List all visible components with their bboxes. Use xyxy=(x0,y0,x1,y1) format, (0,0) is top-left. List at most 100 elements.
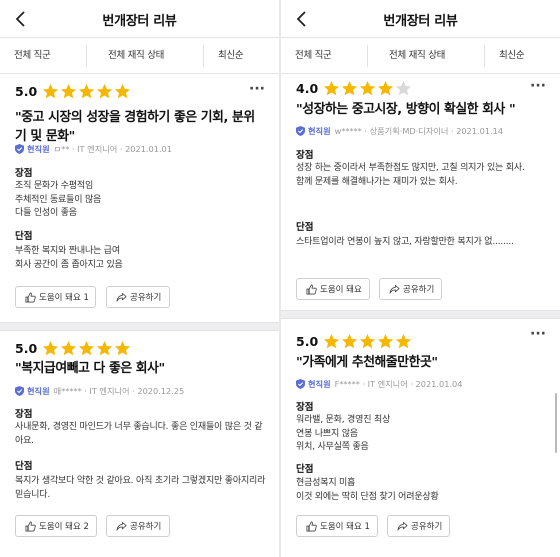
reviewer-info: F***** · IT 엔지니어 · 2021.01.04 xyxy=(334,379,463,389)
thumbs-up-icon xyxy=(306,521,317,531)
employment-status: 현직원 xyxy=(308,126,331,136)
star-filled-icon xyxy=(342,80,358,95)
helpful-button[interactable]: 도움이 돼요 1 xyxy=(15,286,96,308)
star-filled-icon xyxy=(324,333,340,348)
reviewer-meta: 현직원 ㅁ** · IT 엔지니어 · 2021.01.01 xyxy=(15,142,172,156)
review-headline: "성장하는 중고시장, 방향이 확실한 회사 " xyxy=(296,102,516,117)
pros-label: 장점 xyxy=(296,402,314,413)
star-rating xyxy=(42,83,132,100)
pros-text: 성장 하는 중이라서 부족한점도 많지만, 고칠 의지가 있는 회사. 함께 문제… xyxy=(296,163,525,187)
thumbs-up-icon xyxy=(25,521,36,531)
review-list: 5.0 ··· "중고 시장의 성장을 경험하기 좋은 기회, 분위기 및 문화… xyxy=(0,75,279,557)
rating-score: 5.0 xyxy=(15,340,38,356)
verified-shield-icon xyxy=(15,386,24,396)
share-label: 공유하기 xyxy=(130,522,162,532)
employment-status: 현직원 xyxy=(27,144,50,154)
review-card: 5.0 ··· "중고 시장의 성장을 경험하기 좋은 기회, 분위기 및 문화… xyxy=(0,75,279,322)
review-list: 4.0 ··· "성장하는 중고시장, 방향이 확실한 회사 " 현직원 w**… xyxy=(281,75,560,557)
more-options-icon[interactable]: ··· xyxy=(528,79,548,96)
rating-row: 4.0 xyxy=(296,77,413,99)
thumbs-up-icon xyxy=(306,284,317,294)
more-options-icon[interactable]: ··· xyxy=(528,327,548,344)
helpful-button[interactable]: 도움이 돼요 1 xyxy=(296,515,378,537)
helpful-button[interactable]: 도움이 돼요 2 xyxy=(15,515,97,537)
scrollbar[interactable] xyxy=(555,393,557,453)
helpful-label: 도움이 돼요 2 xyxy=(39,522,89,532)
filter-status[interactable]: 전체 재직 상태 xyxy=(389,38,445,74)
cons-text: 부족한 복지와 짠내나는 급여 회사 공간이 좀 좁아지고 있음 xyxy=(15,246,123,270)
share-arrow-icon xyxy=(116,292,127,302)
pros-text: 워라밸, 문화, 경영진 최상 연봉 나쁘지 않음 위치, 사무실쪽 좋음 xyxy=(296,415,391,452)
share-arrow-icon xyxy=(116,521,127,531)
star-filled-icon xyxy=(97,83,113,98)
star-filled-icon xyxy=(378,80,394,95)
page-title: 번개장터 리뷰 xyxy=(102,14,177,29)
pros-text: 조직 문화가 수평적임 주체적인 동료들이 많음 다들 인성이 좋음 xyxy=(15,181,102,218)
card-separator xyxy=(281,310,560,319)
cons-label: 단점 xyxy=(296,464,314,475)
app-header: 번개장터 리뷰 xyxy=(0,0,279,38)
filter-status[interactable]: 전체 재직 상태 xyxy=(108,38,164,74)
filter-job[interactable]: 전체 직군 xyxy=(295,38,332,74)
thumbs-up-icon xyxy=(25,292,36,302)
star-filled-icon xyxy=(97,340,113,355)
cons-text: 복지가 생각보다 약한 것 같아요. 아직 초기라 그렇겠지만 좋아지리라 믿습… xyxy=(15,476,266,500)
filter-divider xyxy=(484,45,485,67)
employment-status: 현직원 xyxy=(308,379,331,389)
pros-label: 장점 xyxy=(15,168,33,179)
verified-shield-icon xyxy=(15,144,24,154)
rating-row: 5.0 xyxy=(296,330,413,352)
pros-label: 장점 xyxy=(296,150,314,161)
rating-score: 5.0 xyxy=(15,83,38,99)
star-rating xyxy=(323,80,413,97)
cons-text: 현금성복지 미흡 이것 외에는 딱히 단점 찾기 어려운상황 xyxy=(296,478,439,502)
helpful-label: 도움이 돼요 xyxy=(320,285,362,295)
reviewer-meta: 현직원 F***** · IT 엔지니어 · 2021.01.04 xyxy=(296,377,462,391)
star-filled-icon xyxy=(61,340,77,355)
filter-bar: 전체 직군 전체 재직 상태 최신순 xyxy=(0,38,279,74)
pros-text: 사내문화, 경영진 마인드가 너무 좋습니다. 좋은 인재들이 많은 것 같아요… xyxy=(15,422,263,446)
filter-bar: 전체 직군 전체 재직 상태 최신순 xyxy=(281,38,560,74)
star-rating xyxy=(42,340,132,357)
star-empty-icon xyxy=(396,80,412,95)
star-filled-icon xyxy=(378,333,394,348)
share-button[interactable]: 공유하기 xyxy=(106,515,170,537)
helpful-button[interactable]: 도움이 돼요 xyxy=(296,278,370,300)
rating-score: 5.0 xyxy=(296,333,319,349)
star-filled-icon xyxy=(43,340,59,355)
rating-score: 4.0 xyxy=(296,80,319,96)
review-screen-right: 번개장터 리뷰 전체 직군 전체 재직 상태 최신순 4.0 ··· "성장하는… xyxy=(281,0,560,557)
review-screen-left: 번개장터 리뷰 전체 직군 전체 재직 상태 최신순 5.0 ··· "중고 시… xyxy=(0,0,279,557)
star-filled-icon xyxy=(79,340,95,355)
reviewer-meta: 현직원 w***** · 상품기획·MD·디자이너 · 2021.01.14 xyxy=(296,124,503,138)
helpful-label: 도움이 돼요 1 xyxy=(39,293,89,303)
review-card: 5.0 "가족에게 추천해줄만한곳" 현직원 F***** · IT 엔지니어 … xyxy=(281,320,560,557)
review-headline: "중고 시장의 성장을 경험하기 좋은 기회, 분위기 및 문화" xyxy=(15,110,255,144)
star-filled-icon xyxy=(79,83,95,98)
sort-select[interactable]: 최신순 xyxy=(499,38,525,74)
cons-label: 단점 xyxy=(15,461,33,472)
rating-row: 5.0 xyxy=(15,80,132,102)
sort-select[interactable]: 최신순 xyxy=(218,38,244,74)
star-filled-icon xyxy=(43,83,59,98)
rating-row: 5.0 xyxy=(15,337,132,359)
star-filled-icon xyxy=(115,340,131,355)
share-label: 공유하기 xyxy=(403,285,435,295)
filter-divider xyxy=(203,45,204,67)
card-separator xyxy=(0,322,279,331)
employment-status: 현직원 xyxy=(27,386,50,396)
share-button[interactable]: 공유하기 xyxy=(379,278,442,300)
cons-label: 단점 xyxy=(296,222,314,233)
reviewer-meta: 현직원 매***** · IT 엔지니어 · 2020.12.25 xyxy=(15,384,184,398)
star-filled-icon xyxy=(61,83,77,98)
review-headline: "가족에게 추천해줄만한곳" xyxy=(296,355,438,370)
review-headline: "복지급여빼고 다 좋은 회사" xyxy=(15,361,165,376)
share-button[interactable]: 공유하기 xyxy=(387,515,450,537)
filter-job[interactable]: 전체 직군 xyxy=(14,38,51,74)
share-button[interactable]: 공유하기 xyxy=(106,286,170,308)
more-options-icon[interactable]: ··· xyxy=(247,82,267,99)
review-card: 4.0 ··· "성장하는 중고시장, 방향이 확실한 회사 " 현직원 w**… xyxy=(281,75,560,308)
share-label: 공유하기 xyxy=(411,522,443,532)
reviewer-info: w***** · 상품기획·MD·디자이너 · 2021.01.14 xyxy=(334,126,504,136)
reviewer-info: 매***** · IT 엔지니어 · 2020.12.25 xyxy=(53,386,185,396)
